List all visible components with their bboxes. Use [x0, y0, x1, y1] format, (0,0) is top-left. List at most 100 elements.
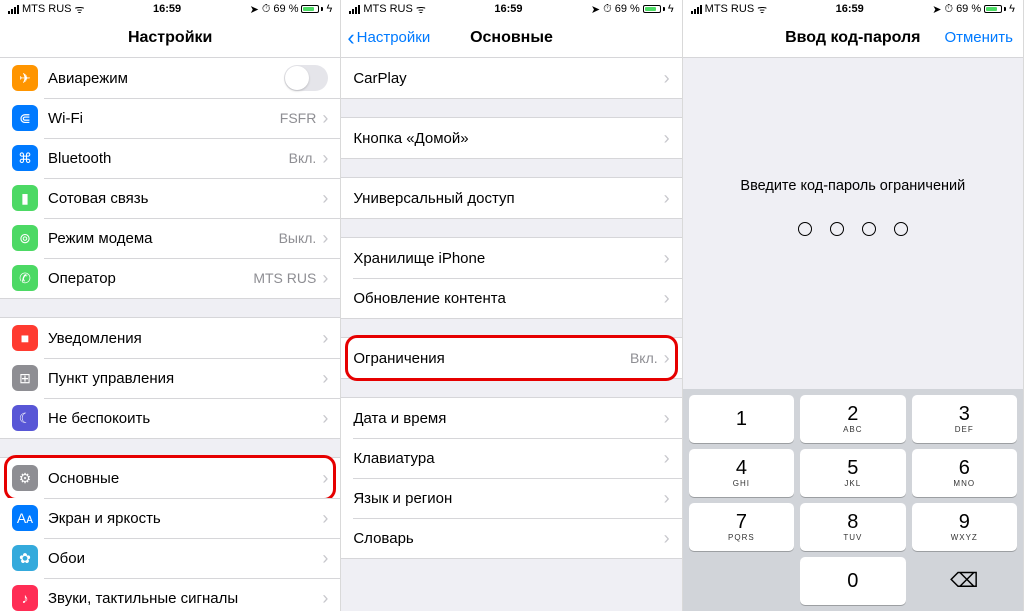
wifi-icon: ᯤ [416, 2, 426, 17]
carrier-icon: ✆ [12, 265, 38, 291]
general-row[interactable]: Обновление контента› [341, 278, 681, 318]
battery-icon [301, 5, 323, 13]
chevron-right-icon: › [322, 468, 328, 489]
general-row[interactable]: CarPlay› [341, 58, 681, 98]
settings-row-wifi[interactable]: ⋐Wi-FiFSFR› [0, 98, 340, 138]
carrier-label: MTS RUS [363, 3, 413, 15]
key-number: 2 [847, 404, 858, 424]
row-value: Выкл. [279, 230, 317, 246]
key-letters: MNO [953, 479, 975, 488]
keypad-key-7[interactable]: 7PQRS [689, 503, 794, 551]
row-label: Не беспокоить [48, 410, 322, 427]
battery-pct: 69 % [615, 3, 640, 15]
chevron-right-icon: › [322, 228, 328, 249]
general-row[interactable]: Хранилище iPhone› [341, 238, 681, 278]
status-bar: MTS RUS ᯤ 16:59 ➤ ⏱ 69 % ϟ [683, 0, 1023, 18]
key-number: 0 [847, 571, 858, 591]
general-row[interactable]: Словарь› [341, 518, 681, 558]
chevron-right-icon: › [664, 528, 670, 549]
chevron-right-icon: › [322, 328, 328, 349]
row-label: Дата и время [353, 410, 663, 427]
keypad-key-9[interactable]: 9WXYZ [912, 503, 1017, 551]
settings-row-sounds[interactable]: ♪Звуки, тактильные сигналы› [0, 578, 340, 611]
general-list[interactable]: CarPlay›Кнопка «Домой»›Универсальный дос… [341, 58, 681, 611]
settings-row-notifications[interactable]: ■Уведомления› [0, 318, 340, 358]
chevron-right-icon: › [664, 248, 670, 269]
wifi-icon: ᯤ [757, 2, 767, 17]
settings-row-bluetooth[interactable]: ⌘BluetoothВкл.› [0, 138, 340, 178]
passcode-dot [830, 222, 844, 236]
alarm-icon: ⏱ [603, 3, 612, 16]
passcode-prompt: Введите код-пароль ограничений [683, 178, 1023, 194]
passcode-dot [894, 222, 908, 236]
chevron-right-icon: › [664, 448, 670, 469]
display-icon: Aᴀ [12, 505, 38, 531]
back-button[interactable]: ‹ Настройки [347, 25, 430, 51]
row-label: Режим модема [48, 230, 279, 247]
settings-row-cellular[interactable]: ▮Сотовая связь› [0, 178, 340, 218]
notifications-icon: ■ [12, 325, 38, 351]
sounds-icon: ♪ [12, 585, 38, 611]
settings-row-carrier[interactable]: ✆ОператорMTS RUS› [0, 258, 340, 298]
chevron-right-icon: › [322, 408, 328, 429]
location-icon: ➤ [250, 3, 259, 16]
general-row[interactable]: Кнопка «Домой»› [341, 118, 681, 158]
key-letters: GHI [733, 479, 750, 488]
bluetooth-icon: ⌘ [12, 145, 38, 171]
wallpaper-icon: ✿ [12, 545, 38, 571]
keypad-key-0[interactable]: 0 [800, 557, 905, 605]
row-label: Ограничения [353, 350, 630, 367]
settings-row-airplane[interactable]: ✈Авиарежим [0, 58, 340, 98]
key-letters: TUV [843, 533, 862, 542]
general-row[interactable]: Клавиатура› [341, 438, 681, 478]
keypad-key-1[interactable]: 1 [689, 395, 794, 443]
keypad-key-4[interactable]: 4GHI [689, 449, 794, 497]
row-value: Вкл. [630, 350, 658, 366]
charging-icon: ϟ [1009, 3, 1015, 15]
toggle-switch[interactable] [284, 65, 328, 91]
settings-row-wallpaper[interactable]: ✿Обои› [0, 538, 340, 578]
battery-icon [984, 5, 1006, 13]
keypad-delete[interactable]: ⌫ [912, 557, 1017, 605]
page-title: Ввод код-пароля [785, 29, 920, 47]
row-value: MTS RUS [253, 270, 316, 286]
keypad-key-6[interactable]: 6MNO [912, 449, 1017, 497]
key-number: 1 [736, 409, 747, 429]
keypad-key-8[interactable]: 8TUV [800, 503, 905, 551]
settings-row-hotspot[interactable]: ⊚ Режим модемаВыкл. › [0, 218, 340, 258]
charging-icon: ϟ [668, 3, 674, 15]
general-row[interactable]: ОграниченияВкл.› [341, 338, 681, 378]
general-row[interactable]: Язык и регион› [341, 478, 681, 518]
general-row[interactable]: Дата и время› [341, 398, 681, 438]
settings-row-display[interactable]: AᴀЭкран и яркость› [0, 498, 340, 538]
keypad-key-5[interactable]: 5JKL [800, 449, 905, 497]
settings-row-control[interactable]: ⊞Пункт управления› [0, 358, 340, 398]
passcode-dot [798, 222, 812, 236]
cancel-button[interactable]: Отменить [944, 29, 1013, 46]
hotspot-icon: ⊚ [12, 225, 38, 251]
row-label: CarPlay [353, 70, 663, 87]
row-value: FSFR [280, 110, 317, 126]
key-letters: DEF [955, 425, 974, 434]
row-label: Универсальный доступ [353, 190, 663, 207]
general-row[interactable]: Универсальный доступ› [341, 178, 681, 218]
chevron-right-icon: › [322, 108, 328, 129]
row-label: Клавиатура [353, 450, 663, 467]
settings-list[interactable]: ✈Авиарежим⋐Wi-FiFSFR›⌘BluetoothВкл.›▮Сот… [0, 58, 340, 611]
row-label: Авиарежим [48, 70, 284, 87]
general-icon: ⚙ [12, 465, 38, 491]
battery-pct: 69 % [273, 3, 298, 15]
pane-general: MTS RUS ᯤ 16:59 ➤ ⏱ 69 % ϟ ‹ Настройки О… [341, 0, 682, 611]
battery-pct: 69 % [956, 3, 981, 15]
chevron-right-icon: › [664, 408, 670, 429]
row-label: Обновление контента [353, 290, 663, 307]
settings-row-general[interactable]: ⚙Основные› [0, 458, 340, 498]
page-title: Настройки [128, 29, 212, 47]
keypad-key-2[interactable]: 2ABC [800, 395, 905, 443]
chevron-right-icon: › [664, 288, 670, 309]
location-icon: ➤ [932, 3, 941, 16]
row-label: Wi-Fi [48, 110, 280, 127]
chevron-right-icon: › [322, 588, 328, 609]
settings-row-dnd[interactable]: ☾Не беспокоить› [0, 398, 340, 438]
keypad-key-3[interactable]: 3DEF [912, 395, 1017, 443]
